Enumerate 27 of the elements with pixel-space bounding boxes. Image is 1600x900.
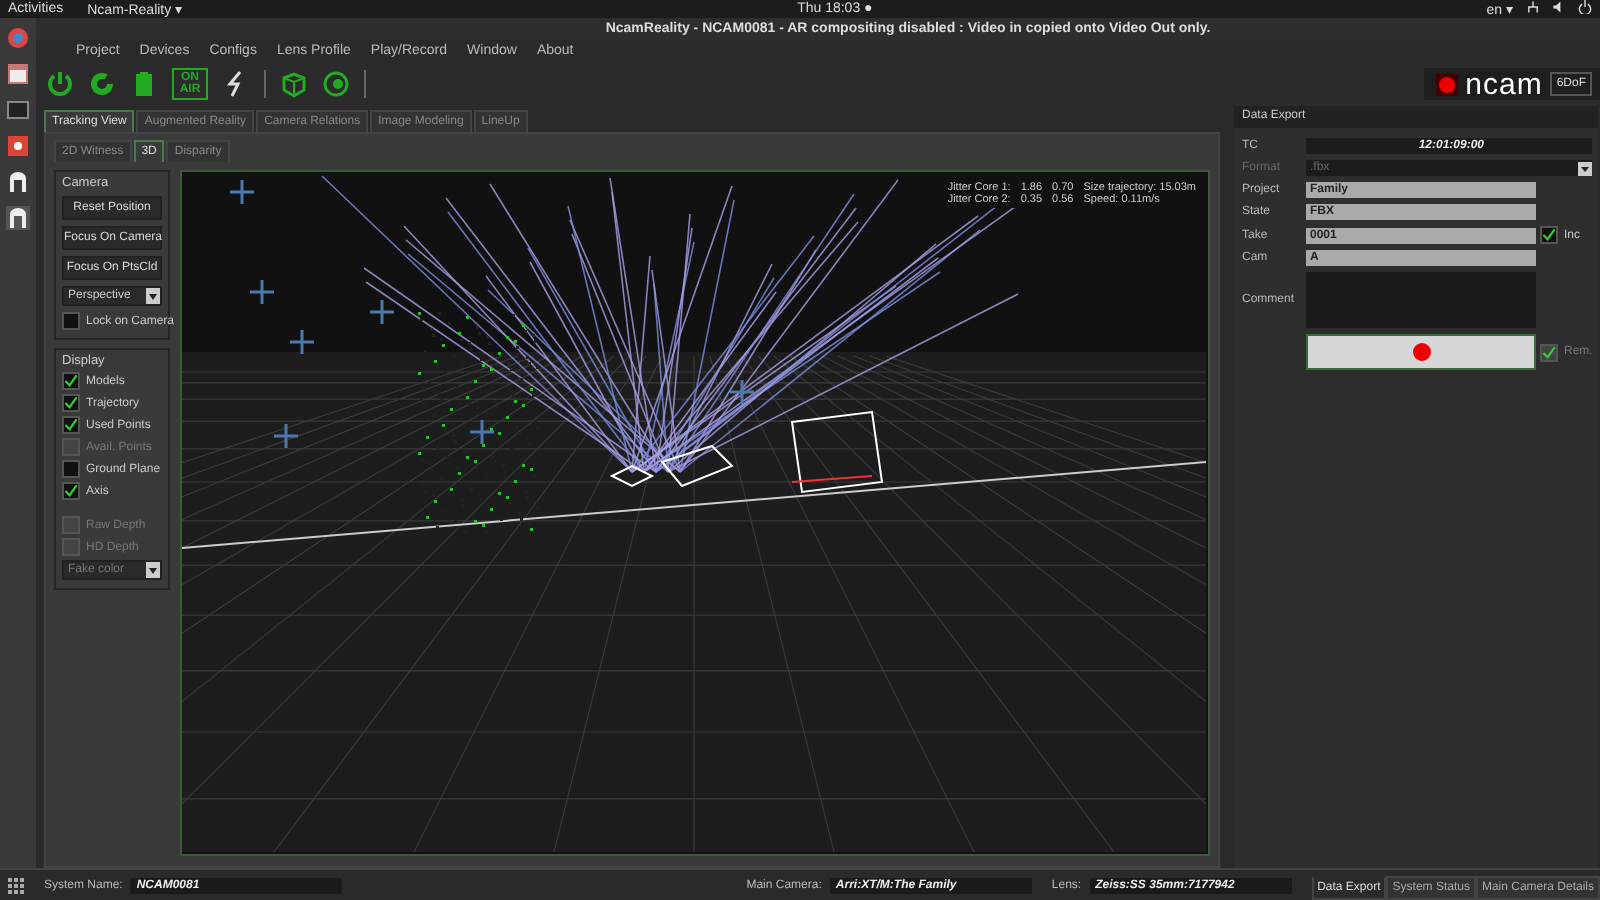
caret-icon bbox=[146, 562, 160, 578]
browser-icon[interactable] bbox=[6, 26, 30, 50]
checkbox[interactable] bbox=[62, 482, 80, 500]
app-grid-icon[interactable] bbox=[8, 877, 24, 893]
caret-icon bbox=[1578, 161, 1593, 175]
volume-icon[interactable] bbox=[1551, 0, 1566, 18]
caret-icon bbox=[146, 288, 160, 304]
record-dot-icon bbox=[1435, 73, 1458, 95]
software-icon[interactable] bbox=[6, 134, 30, 158]
checkbox[interactable] bbox=[1540, 226, 1558, 244]
checkbox[interactable] bbox=[62, 394, 80, 412]
record-button[interactable] bbox=[1306, 334, 1536, 370]
app-icon[interactable] bbox=[6, 206, 30, 230]
checkbox[interactable] bbox=[62, 312, 80, 330]
logo: ncam bbox=[1465, 69, 1543, 99]
app-icon[interactable] bbox=[6, 170, 30, 194]
checkbox[interactable] bbox=[62, 416, 80, 434]
cube-icon[interactable] bbox=[280, 70, 308, 98]
power-icon[interactable] bbox=[1577, 0, 1592, 18]
image-viewer-icon[interactable] bbox=[6, 62, 30, 86]
network-icon[interactable] bbox=[1525, 0, 1540, 18]
checkbox[interactable] bbox=[62, 460, 80, 478]
refresh-icon[interactable] bbox=[88, 70, 116, 98]
record-dot-icon bbox=[1411, 342, 1431, 362]
checkbox[interactable] bbox=[62, 372, 80, 390]
battery-icon[interactable] bbox=[130, 70, 158, 98]
terminal-icon[interactable] bbox=[6, 98, 30, 122]
